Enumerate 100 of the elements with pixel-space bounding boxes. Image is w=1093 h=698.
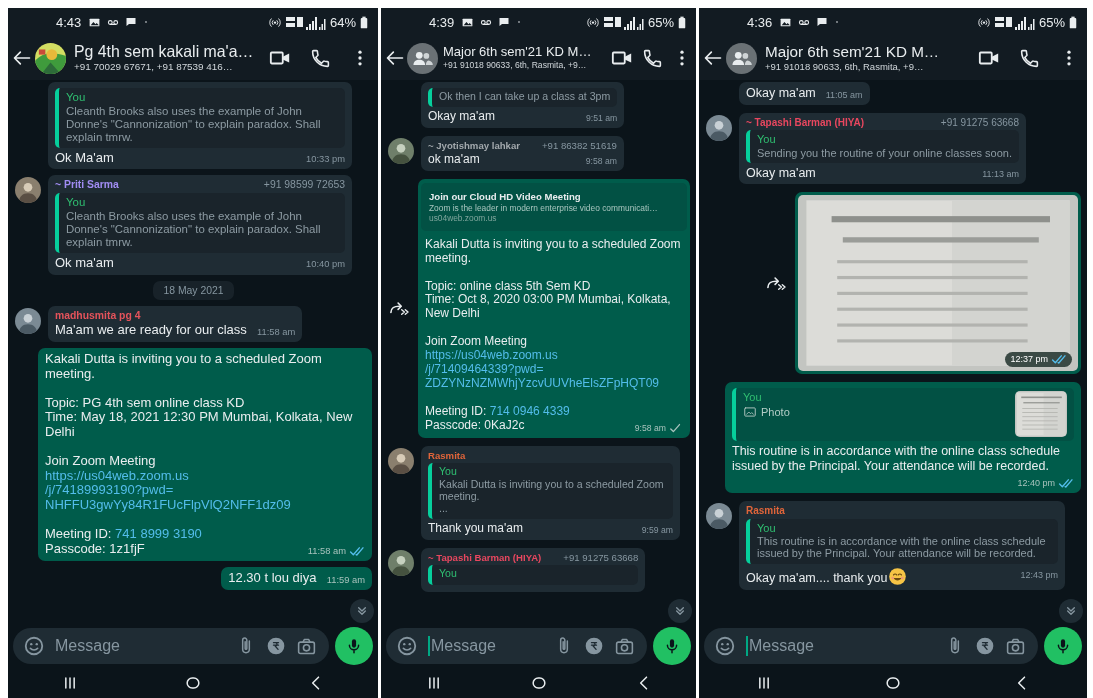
mic-button[interactable] xyxy=(653,627,691,665)
message-time: 11:58 am xyxy=(307,547,346,557)
preview-title: Join our Cloud HD Video Meeting xyxy=(429,190,582,203)
message-text: Topic: PG 4th sem online class KD xyxy=(45,394,245,410)
message-time: 9:58 am xyxy=(634,424,666,433)
forward-icon[interactable] xyxy=(765,274,787,293)
avatar[interactable] xyxy=(388,447,414,474)
mic-button[interactable] xyxy=(1044,627,1082,665)
call-icon[interactable] xyxy=(642,47,663,69)
quoted-message[interactable]: You Kakali Dutta is inviting you to a scheduled Zoom meeting. ... xyxy=(428,463,673,519)
quote-text: Kakali Dutta is inviting you to a scheduled Zoom meeting. xyxy=(439,479,665,503)
scroll-down-button[interactable] xyxy=(1059,599,1083,623)
sender-name: ~ Tapashi Barman (HIYA) xyxy=(428,551,542,563)
message-field[interactable]: Message xyxy=(704,628,1038,664)
quote-author: You xyxy=(439,567,458,580)
message-input[interactable]: Message xyxy=(55,637,226,655)
message-time: 11:59 am xyxy=(326,576,365,586)
signal-icon xyxy=(285,14,326,30)
link[interactable]: 714 0946 4339 xyxy=(489,403,570,418)
avatar[interactable] xyxy=(15,177,41,204)
message-text: Passcode: 1z1fjF xyxy=(45,540,145,556)
emoji-icon[interactable] xyxy=(23,635,45,657)
payment-icon[interactable] xyxy=(584,636,604,656)
chat-title[interactable]: Major 6th sem'21 KD M… xyxy=(443,45,602,61)
message-text: Okay ma'am xyxy=(746,165,816,180)
call-icon[interactable] xyxy=(310,47,331,69)
mic-button[interactable] xyxy=(335,627,373,665)
participants-list: +91 91018 90633, 6th, Rasmita, +9… xyxy=(443,60,602,71)
quoted-message[interactable]: You Cleanth Brooks also uses the example of John Donne's "Cannonization" to explain paradox. Shall explain tmrw. xyxy=(55,193,345,253)
payment-icon[interactable] xyxy=(266,636,286,656)
message-time: 11:58 am xyxy=(257,327,296,338)
link[interactable]: NHFFU3gwYy84R1FUcFlpVlQ2NFF1dz09 xyxy=(45,497,291,513)
message-time: 9:58 am xyxy=(585,157,617,166)
date-label: 18 May 2021 xyxy=(153,280,234,300)
link-preview[interactable]: Join our Cloud HD Video Meeting Zoom is the leader in modern enterprise video communicati… us04web.zoom.us xyxy=(421,182,687,231)
avatar[interactable] xyxy=(388,549,414,576)
quoted-message[interactable]: Ok then I can take up a class at 3pm xyxy=(428,88,618,107)
message-text: Ma'am we are ready for our class xyxy=(55,322,247,338)
message-text: This routine is in accordance with the online class schedule issued by the Principal. Your attendance will be recorded. xyxy=(732,444,1060,473)
avatar[interactable] xyxy=(706,114,732,141)
message-time: 9:51 am xyxy=(586,114,618,123)
sender-name: Rasmita xyxy=(746,504,785,517)
quoted-message[interactable]: You Sending you the routine of your online classes soon. xyxy=(746,130,1019,163)
message-input[interactable]: Message xyxy=(431,637,544,655)
battery-icon xyxy=(1069,15,1077,29)
payment-icon[interactable] xyxy=(975,636,995,656)
sender-name: Rasmita xyxy=(428,449,466,462)
link[interactable]: /j/74189993190?pwd= xyxy=(45,482,174,498)
preview-description: Zoom is the leader in modern enterprise video communicati… xyxy=(429,202,659,214)
clock: 4:43 xyxy=(56,14,82,30)
quote-text: Cleanth Brooks also uses the example of John Donne's "Cannonization" to explain paradox. Shall explain tmrw. xyxy=(66,210,322,249)
hotspot-icon xyxy=(267,15,282,29)
quoted-message[interactable]: You Photo xyxy=(732,388,1074,442)
avatar[interactable] xyxy=(388,137,414,164)
message-text: Okay ma'am xyxy=(428,108,495,123)
message-text: Passcode: 0KaJ2c xyxy=(425,417,525,432)
link[interactable]: 741 8999 3190 xyxy=(115,526,202,541)
quote-author: You xyxy=(743,391,763,404)
quoted-message[interactable]: You This routine is in accordance with the online class schedule issued by the Principal. Your attendance will be recorded. xyxy=(746,518,1058,564)
quote-author: You xyxy=(439,466,458,478)
back-icon[interactable] xyxy=(385,48,405,68)
back-icon[interactable] xyxy=(12,48,32,68)
chat-title[interactable]: Major 6th sem'21 KD M… xyxy=(765,43,959,61)
message-icon xyxy=(816,16,829,28)
message-text: 12.30 t lou diya xyxy=(228,570,317,586)
link[interactable]: https://us04web.zoom.us xyxy=(425,348,558,363)
message-text: Meeting ID: xyxy=(425,403,488,418)
message-time: 12:43 pm xyxy=(1020,571,1058,581)
message-field[interactable]: Message xyxy=(386,628,647,664)
message-text: Thank you ma'am xyxy=(428,520,523,535)
emoji-icon[interactable] xyxy=(396,635,418,657)
avatar[interactable] xyxy=(706,502,732,529)
group-avatar[interactable] xyxy=(726,42,757,74)
quoted-message[interactable]: You xyxy=(428,564,639,585)
forward-icon[interactable] xyxy=(388,299,410,318)
battery-icon xyxy=(678,15,686,29)
link[interactable]: https://us04web.zoom.us xyxy=(45,467,189,483)
quote-text: Cleanth Brooks also uses the example of John Donne's "Cannonization" to explain paradox. Shall explain tmrw. xyxy=(66,104,322,144)
signal-icon xyxy=(603,14,644,30)
message-text: Ok Ma'am xyxy=(55,149,114,165)
scroll-down-button[interactable] xyxy=(668,599,692,623)
message-text: Okay ma'am xyxy=(746,86,816,100)
message-input[interactable]: Message xyxy=(749,637,935,655)
group-avatar[interactable] xyxy=(35,42,66,74)
clock: 4:39 xyxy=(429,14,455,30)
phone-number: +91 91275 63668 xyxy=(563,551,639,563)
message-field[interactable]: Message xyxy=(13,628,329,664)
back-icon[interactable] xyxy=(703,48,723,68)
avatar[interactable] xyxy=(15,307,41,334)
link[interactable]: /j/71409464339?pwd= xyxy=(425,362,544,376)
emoji-icon[interactable] xyxy=(714,635,736,657)
quote-author: You xyxy=(757,133,777,146)
call-icon[interactable] xyxy=(1019,47,1040,69)
attachment-label: Photo xyxy=(761,405,790,419)
quoted-message[interactable]: You Cleanth Brooks also uses the example of John Donne's "Cannonization" to explain paradox. Shall explain tmrw. xyxy=(55,88,345,148)
chat-title[interactable]: Pg 4th sem kakali ma'a… xyxy=(74,42,250,61)
battery-level: 64% xyxy=(329,14,356,30)
link[interactable]: ZDZYNzNZMWhjYzcvUUVheElsZFpHQT09 xyxy=(425,375,660,390)
group-avatar[interactable] xyxy=(407,42,438,74)
scroll-down-button[interactable] xyxy=(350,599,374,623)
